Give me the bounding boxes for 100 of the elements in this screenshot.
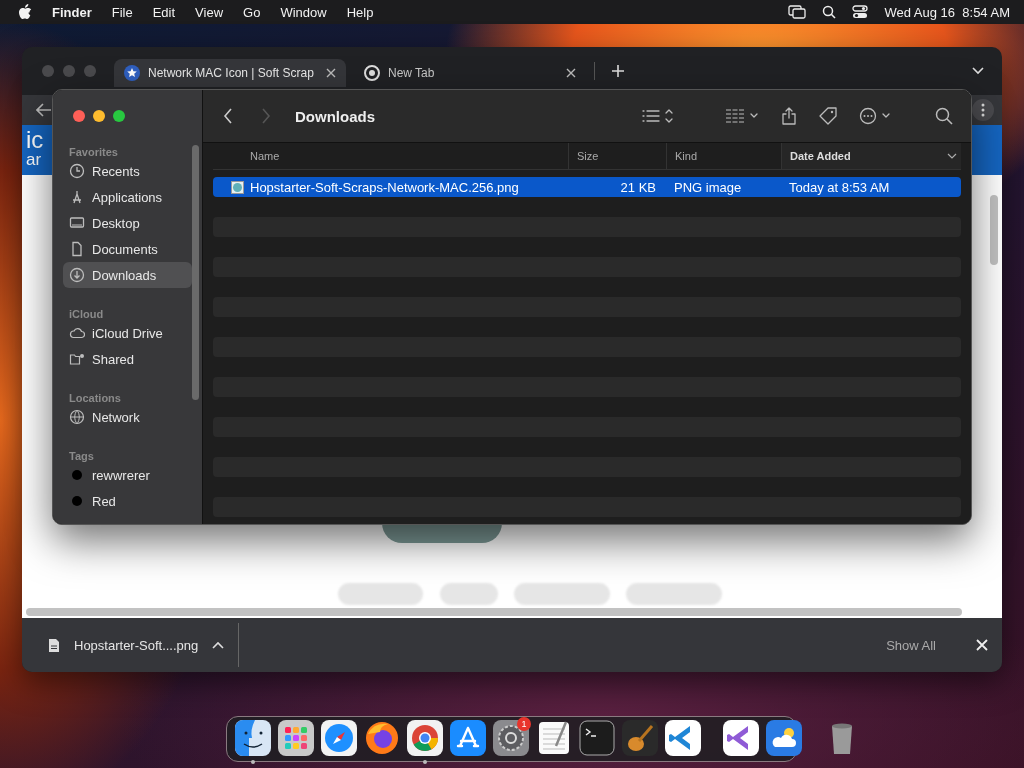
dock-app[interactable] [407, 720, 443, 764]
sidebar-item[interactable]: iCloud Drive [63, 320, 192, 346]
list-view-icon [642, 108, 673, 124]
tag-button[interactable] [819, 107, 837, 125]
sidebar-item[interactable]: Shared [63, 346, 192, 372]
dock-app[interactable] [235, 720, 271, 764]
close-download-bar-button[interactable] [974, 637, 990, 653]
kebab-menu-icon [981, 103, 985, 117]
fox-globe-icon [364, 720, 400, 756]
sidebar-item[interactable]: Downloads [63, 262, 192, 288]
back-arrow-icon [36, 103, 52, 117]
sidebar-item[interactable]: Network [63, 404, 192, 430]
globe-icon [69, 409, 85, 425]
file-row[interactable]: Hopstarter-Soft-Scraps-Network-MAC.256.png 21 KB PNG image Today at 8:53 AM [213, 177, 961, 197]
group-view-button[interactable] [725, 108, 759, 124]
sidebar-heading: iCloud [68, 307, 105, 320]
sidebar-item[interactable]: Recents [63, 158, 192, 184]
scrollbar-thumb[interactable] [192, 145, 199, 400]
column-header[interactable]: Date Added [781, 143, 961, 169]
cloud-icon [69, 325, 85, 341]
star-favicon-icon [124, 65, 140, 81]
folder-title: Downloads [295, 107, 375, 125]
browser-tab[interactable]: New Tab [354, 59, 586, 87]
gear-icon [493, 720, 529, 756]
menu-item[interactable]: Help [346, 4, 374, 20]
app-grid-icon [278, 720, 314, 756]
show-all-button[interactable]: Show All [880, 636, 942, 654]
sidebar-item[interactable]: rewwrerer [63, 462, 192, 488]
notepad-icon [536, 720, 572, 756]
chevron-down-icon [947, 153, 957, 159]
browser-menu-button[interactable] [972, 99, 994, 121]
browser-tab[interactable]: Network MAC Icon | Soft Scrap [114, 59, 346, 87]
dock-app[interactable]: 1 [493, 720, 529, 764]
guitar-icon [622, 720, 658, 756]
monitor-icon [69, 215, 85, 231]
download-item[interactable]: Hopstarter-Soft....png [42, 623, 240, 667]
ribbon-logo-icon [723, 720, 759, 756]
sidebar-item[interactable]: Desktop [63, 210, 192, 236]
chevron-down-icon [972, 67, 984, 75]
zoom-window-button[interactable] [113, 110, 125, 122]
menu-item[interactable]: File [111, 4, 133, 20]
menu-item[interactable]: Window [280, 4, 327, 20]
file-icon [48, 637, 60, 653]
sidebar-heading: Favorites [68, 145, 119, 158]
share-button[interactable] [781, 107, 797, 125]
sidebar-item[interactable]: Red [63, 488, 192, 514]
menu-item[interactable]: View [195, 4, 224, 20]
menu-item[interactable]: Go [243, 4, 261, 20]
column-header[interactable]: Name [213, 143, 568, 169]
cloud-sun-icon [766, 720, 802, 756]
app-name-menu[interactable]: Finder [52, 4, 92, 20]
sidebar-heading: Tags [68, 449, 95, 462]
file-name: Hopstarter-Soft-Scraps-Network-MAC.256.png [250, 179, 519, 195]
chevron-left-icon [223, 108, 233, 124]
terminal-icon [579, 720, 615, 756]
shared-folder-icon [69, 351, 85, 367]
menu-clock[interactable]: Wed Aug 16 8:54 AM [884, 4, 1010, 20]
close-window-button[interactable] [73, 110, 85, 122]
window-control-dot[interactable] [84, 65, 96, 77]
smiling-face-icon [235, 720, 271, 756]
plus-icon [611, 64, 625, 78]
site-logo-text[interactable]: ic [26, 130, 44, 150]
search-button[interactable] [935, 107, 953, 125]
notification-badge: 1 [517, 717, 531, 731]
sidebar-item[interactable]: Documents [63, 236, 192, 262]
close-icon[interactable] [326, 68, 336, 78]
chevron-right-icon [261, 108, 271, 124]
scrollbar-thumb[interactable] [26, 608, 962, 616]
column-header[interactable]: Size [568, 143, 666, 169]
window-control-dot[interactable] [42, 65, 54, 77]
code-ribbon-icon [665, 720, 701, 756]
minimize-window-button[interactable] [93, 110, 105, 122]
color-wheel-icon [407, 720, 443, 756]
window-control-dot[interactable] [63, 65, 75, 77]
sidebar-heading: Locations [68, 391, 122, 404]
menu-item[interactable]: Edit [152, 4, 176, 20]
grid-view-icon [725, 108, 759, 124]
list-view-button[interactable] [642, 108, 673, 124]
file-kind: PNG image [673, 179, 743, 195]
document-icon [69, 241, 85, 257]
clock-icon [69, 163, 85, 179]
caret-up-icon [212, 641, 225, 649]
blurred-tag [440, 583, 498, 605]
close-icon[interactable] [566, 68, 576, 78]
download-circle-icon [69, 267, 85, 283]
back-button[interactable] [34, 101, 54, 119]
toggles-icon[interactable] [852, 5, 869, 19]
file-size: 21 KB [619, 179, 657, 195]
tag-icon [819, 107, 837, 125]
sidebar-item[interactable]: Applications [63, 184, 192, 210]
site-logo-text[interactable]: ar [26, 150, 42, 170]
scrollbar-thumb[interactable] [990, 195, 998, 265]
share-icon [781, 107, 797, 125]
screen-mirror-icon[interactable] [788, 5, 807, 19]
ring-favicon-icon [364, 65, 380, 81]
search-icon[interactable] [822, 5, 837, 19]
close-icon [976, 639, 988, 651]
apple-icon[interactable] [18, 4, 32, 20]
back-button[interactable] [221, 106, 235, 126]
image-file-icon [231, 180, 244, 194]
